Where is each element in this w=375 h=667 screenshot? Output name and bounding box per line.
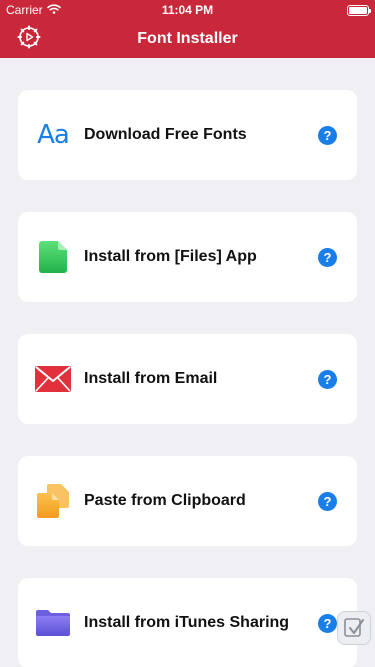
mail-icon (34, 360, 72, 398)
app-root: Carrier 11:04 PM Font Installer Aa Downl… (0, 0, 375, 667)
paste-from-clipboard-button[interactable]: Paste from Clipboard ? (18, 456, 357, 546)
item-label: Install from iTunes Sharing (84, 614, 290, 631)
help-button[interactable]: ? (318, 247, 337, 267)
settings-button[interactable] (16, 25, 42, 54)
gear-icon (17, 25, 41, 54)
status-left: Carrier (6, 3, 61, 17)
font-icon-text: Aa (37, 120, 70, 150)
font-aa-icon: Aa (34, 116, 72, 154)
install-from-files-button[interactable]: Install from [Files] App ? (18, 212, 357, 302)
download-free-fonts-button[interactable]: Aa Download Free Fonts ? (18, 90, 357, 180)
checkmark-badge-icon (337, 611, 371, 645)
battery-icon (347, 4, 371, 16)
install-from-itunes-button[interactable]: Install from iTunes Sharing ? (18, 578, 357, 667)
item-label: Install from Email (84, 370, 218, 387)
page-title: Font Installer (137, 30, 238, 47)
help-button[interactable]: ? (318, 613, 337, 633)
help-icon: ? (323, 615, 332, 631)
help-button[interactable]: ? (318, 491, 337, 511)
status-bar: Carrier 11:04 PM (0, 0, 375, 20)
wifi-icon (46, 3, 61, 17)
help-icon: ? (323, 249, 332, 265)
help-icon: ? (323, 127, 332, 143)
item-label: Download Free Fonts (84, 126, 247, 143)
help-button[interactable]: ? (318, 369, 337, 389)
install-from-email-button[interactable]: Install from Email ? (18, 334, 357, 424)
help-icon: ? (323, 493, 332, 509)
help-button[interactable]: ? (318, 125, 337, 145)
folder-icon (34, 604, 72, 642)
file-icon (34, 238, 72, 276)
item-label: Install from [Files] App (84, 248, 257, 265)
help-icon: ? (323, 371, 332, 387)
nav-bar: Font Installer (0, 20, 375, 58)
clipboard-icon (34, 482, 72, 520)
item-label: Paste from Clipboard (84, 492, 246, 509)
carrier-label: Carrier (6, 3, 43, 17)
